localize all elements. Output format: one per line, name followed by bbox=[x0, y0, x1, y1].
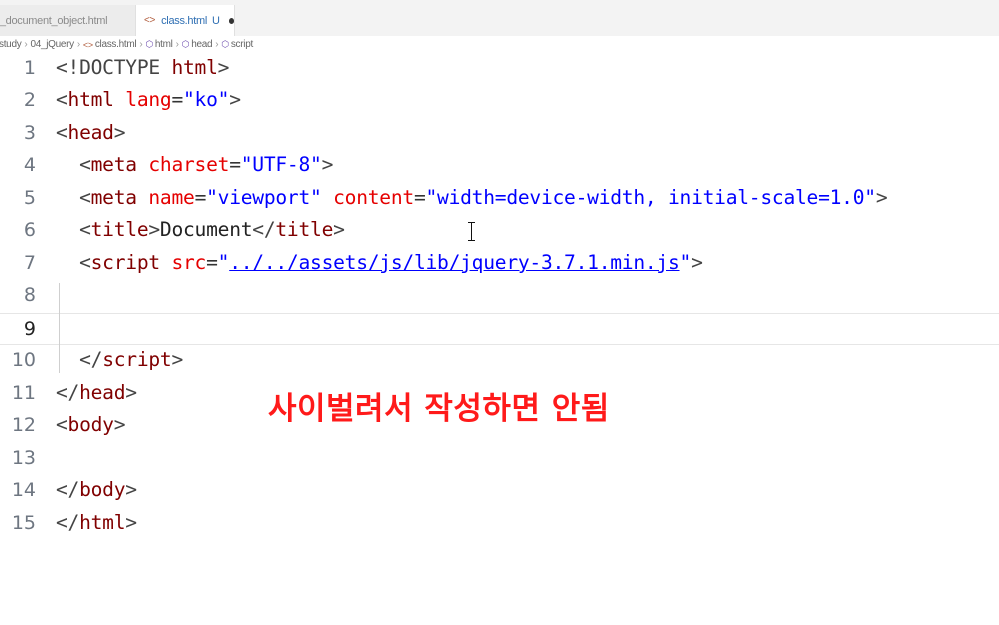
breadcrumb: study › 04_jQuery › <> class.html › ⬡ ht… bbox=[0, 36, 999, 53]
chevron-right-icon: › bbox=[175, 39, 179, 50]
code-line-current[interactable]: 9 bbox=[0, 313, 999, 345]
element-cube-icon: ⬡ bbox=[221, 39, 229, 49]
breadcrumb-item-folder[interactable]: 04_jQuery bbox=[30, 39, 74, 50]
line-content: <title>Document</title> bbox=[79, 218, 345, 241]
editor-tab-bar: 2_document_object.html <> class.html U bbox=[0, 0, 999, 36]
line-number: 5 bbox=[23, 187, 36, 209]
breadcrumb-item-file[interactable]: class.html bbox=[95, 39, 137, 50]
breadcrumb-item-element[interactable]: head bbox=[191, 39, 212, 50]
html-file-icon: <> bbox=[82, 39, 93, 50]
line-number: 2 bbox=[23, 89, 36, 111]
element-cube-icon: ⬡ bbox=[181, 39, 190, 49]
line-content: <!DOCTYPE html> bbox=[56, 56, 230, 79]
line-content: </head> bbox=[56, 381, 137, 404]
line-content: </html> bbox=[56, 511, 137, 534]
chevron-right-icon: › bbox=[76, 39, 80, 50]
breadcrumb-item-element[interactable]: script bbox=[231, 39, 253, 50]
line-number: 4 bbox=[23, 154, 36, 176]
code-line[interactable]: 3 <head> bbox=[0, 118, 999, 150]
line-content: <body> bbox=[56, 413, 126, 436]
html-file-icon: <> bbox=[144, 15, 156, 26]
code-line[interactable]: 14 </body> bbox=[0, 475, 999, 507]
line-number: 6 bbox=[23, 219, 36, 241]
code-line[interactable]: 5 <meta name="viewport" content="width=d… bbox=[0, 183, 999, 215]
code-line[interactable]: 2 <html lang="ko"> bbox=[0, 85, 999, 117]
breadcrumb-item-folder[interactable]: study bbox=[0, 39, 22, 50]
line-content: <head> bbox=[56, 121, 126, 144]
code-line[interactable]: 7 <script src="../../assets/js/lib/jquer… bbox=[0, 248, 999, 280]
line-content: <html lang="ko"> bbox=[56, 88, 241, 111]
text-cursor-ibeam-icon bbox=[468, 222, 475, 241]
element-cube-icon: ⬡ bbox=[145, 39, 153, 49]
line-content: <meta charset="UTF-8"> bbox=[79, 153, 334, 176]
line-number: 14 bbox=[11, 479, 36, 501]
annotation-text: 사이벌려서 작성하면 안됨 bbox=[268, 391, 610, 427]
code-line[interactable]: 10 </script> bbox=[0, 345, 999, 377]
line-content: <meta name="viewport" content="width=dev… bbox=[79, 186, 888, 209]
chevron-right-icon: › bbox=[139, 39, 143, 50]
unsaved-dot-icon[interactable] bbox=[228, 17, 234, 24]
line-content: </script> bbox=[79, 348, 184, 371]
line-number: 12 bbox=[11, 414, 36, 436]
code-line[interactable]: 8 bbox=[0, 280, 999, 312]
code-editor[interactable]: 1 <!DOCTYPE html> 2 <html lang="ko"> 3 <… bbox=[0, 53, 999, 625]
code-line[interactable]: 6 <title>Document</title> bbox=[0, 215, 999, 247]
chevron-right-icon: › bbox=[24, 39, 28, 50]
src-link[interactable]: ../../assets/js/lib/jquery-3.7.1.min.js bbox=[229, 251, 680, 274]
line-number: 15 bbox=[11, 512, 36, 534]
untracked-status-badge: U bbox=[212, 14, 220, 27]
line-number: 13 bbox=[11, 447, 36, 469]
tab-document-object[interactable]: 2_document_object.html bbox=[0, 5, 135, 36]
line-number: 1 bbox=[23, 57, 36, 79]
tab-label: 2_document_object.html bbox=[0, 14, 108, 27]
line-number: 8 bbox=[23, 284, 36, 306]
tab-class-html[interactable]: <> class.html U bbox=[135, 5, 235, 36]
breadcrumb-item-element[interactable]: html bbox=[155, 39, 173, 50]
code-line[interactable]: 4 <meta charset="UTF-8"> bbox=[0, 150, 999, 182]
line-number: 11 bbox=[11, 382, 36, 404]
tab-label: class.html bbox=[161, 14, 207, 27]
line-number: 10 bbox=[11, 349, 36, 371]
code-line[interactable]: 13 bbox=[0, 443, 999, 475]
line-number: 9 bbox=[23, 318, 36, 340]
code-line[interactable]: 1 <!DOCTYPE html> bbox=[0, 53, 999, 85]
code-line[interactable]: 15 </html> bbox=[0, 508, 999, 540]
line-content: <script src="../../assets/js/lib/jquery-… bbox=[79, 251, 703, 274]
line-content: </body> bbox=[56, 478, 137, 501]
indent-guide bbox=[59, 283, 60, 373]
line-number: 3 bbox=[23, 122, 36, 144]
line-number: 7 bbox=[23, 252, 36, 274]
chevron-right-icon: › bbox=[215, 39, 219, 50]
